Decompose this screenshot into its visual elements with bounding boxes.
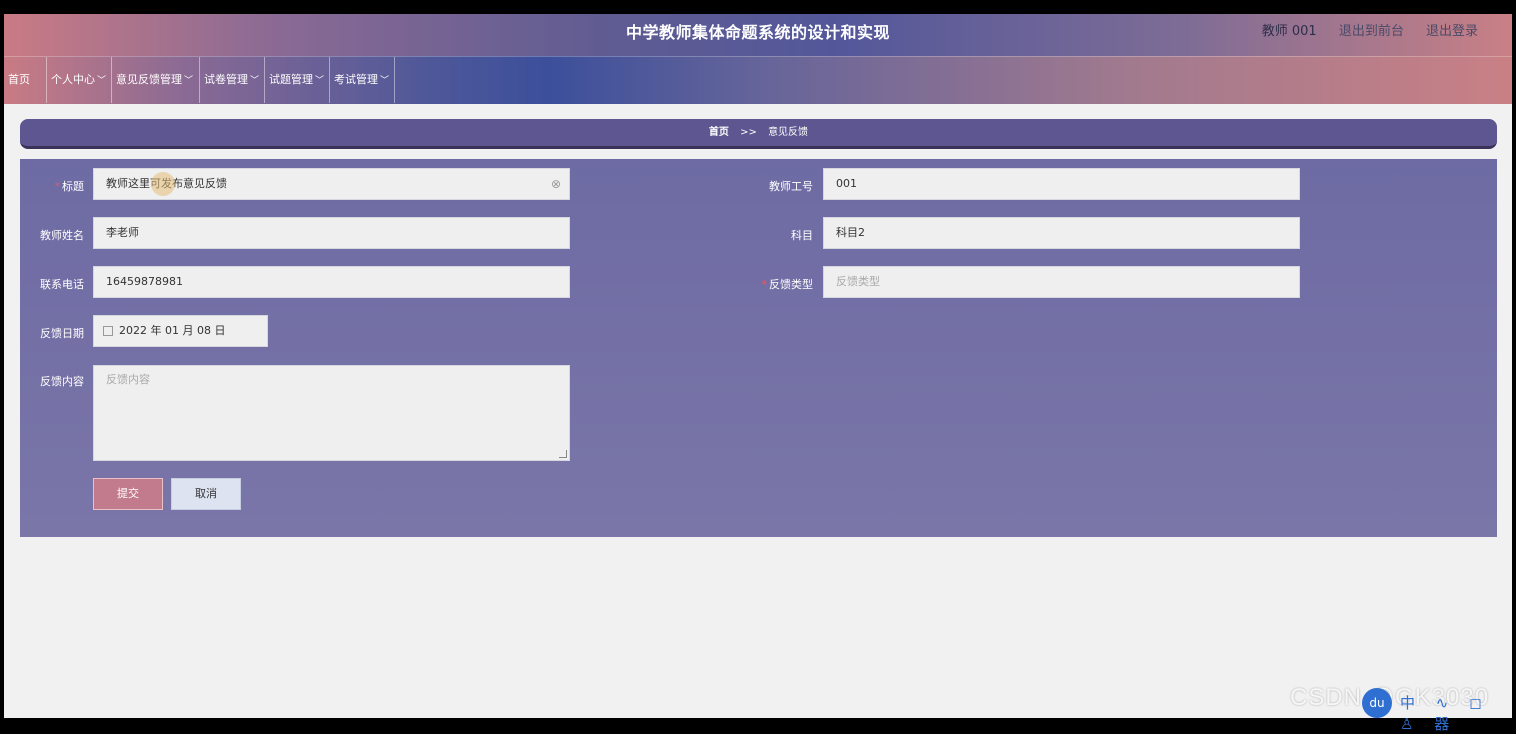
exit-to-front-link[interactable]: 退出到前台 (1339, 24, 1404, 39)
nav-item-label: 考试管理 (334, 73, 378, 86)
feedback-date-value: 2022 年 01 月 08 日 (119, 324, 226, 337)
nav-item-label: 试卷管理 (204, 73, 248, 86)
subject-input[interactable]: 科目2 (823, 217, 1300, 249)
breadcrumb: 首页 >> 意见反馈 (20, 119, 1497, 149)
nav-item-label: 意见反馈管理 (116, 73, 182, 86)
nav-item-home[interactable]: 首页 (4, 57, 47, 103)
teacher-no-label: 教师工号 (769, 180, 813, 193)
subject-value: 科目2 (836, 226, 865, 239)
phone-value: 16459878981 (106, 275, 183, 288)
feedback-date-picker[interactable]: 2022 年 01 月 08 日 (93, 315, 268, 347)
teacher-no-value: 001 (836, 177, 857, 190)
teacher-name-input[interactable]: 李老师 (93, 217, 570, 249)
subject-label: 科目 (791, 229, 813, 242)
cancel-button[interactable]: 取消 (171, 478, 241, 510)
chevron-down-icon: ﹀ (97, 76, 107, 86)
phone-label: 联系电话 (40, 278, 84, 291)
top-header: 中学教师集体命题系统的设计和实现 教师 001 退出到前台 退出登录 (4, 14, 1512, 56)
feedback-date-label: 反馈日期 (40, 327, 84, 340)
required-marker: * (54, 180, 61, 193)
feedback-form: *标题 教师这里可发布意见反馈 ⊗ 教师工号 001 教师姓名 李老师 科目 科… (20, 159, 1497, 537)
feedback-content-textarea[interactable]: 反馈内容 (93, 365, 570, 461)
floating-tool-badge[interactable]: du (1362, 688, 1392, 718)
required-marker: * (761, 278, 768, 291)
nav-item-personal-center[interactable]: 个人中心 ﹀ (47, 57, 112, 103)
calendar-icon (103, 326, 113, 336)
chevron-down-icon: ﹀ (250, 76, 260, 86)
main-nav: 首页 个人中心 ﹀ 意见反馈管理 ﹀ 试卷管理 ﹀ 试题管理 ﹀ 考试管理 ﹀ (4, 56, 1512, 104)
mouse-cursor-highlight (151, 172, 175, 196)
chevron-down-icon: ﹀ (315, 76, 325, 86)
floating-toolbar-icons[interactable]: 中 ∿ ◻ ♙ 器 (1400, 692, 1516, 734)
nav-item-feedback-management[interactable]: 意见反馈管理 ﹀ (112, 57, 200, 103)
chevron-down-icon: ﹀ (380, 76, 390, 86)
resize-handle-icon[interactable] (559, 450, 567, 458)
breadcrumb-separator: >> (740, 127, 757, 138)
teacher-name-label: 教师姓名 (40, 229, 84, 242)
breadcrumb-home[interactable]: 首页 (709, 127, 729, 138)
submit-button[interactable]: 提交 (93, 478, 163, 510)
nav-item-label: 试题管理 (269, 73, 313, 86)
title-label: * 标题 (54, 180, 85, 193)
feedback-type-placeholder: 反馈类型 (836, 275, 880, 288)
nav-item-question-management[interactable]: 试题管理 ﹀ (265, 57, 330, 103)
current-user: 教师 001 (1261, 24, 1317, 39)
app-screen: 中学教师集体命题系统的设计和实现 教师 001 退出到前台 退出登录 首页 个人… (4, 14, 1512, 718)
feedback-type-input[interactable]: 反馈类型 (823, 266, 1300, 298)
nav-item-paper-management[interactable]: 试卷管理 ﹀ (200, 57, 265, 103)
breadcrumb-current: 意见反馈 (768, 127, 809, 138)
feedback-content-label: 反馈内容 (40, 375, 84, 388)
chevron-down-icon: ﹀ (184, 76, 194, 86)
teacher-name-value: 李老师 (106, 226, 139, 239)
feedback-type-label: * 反馈类型 (761, 278, 814, 291)
feedback-content-placeholder: 反馈内容 (106, 373, 150, 386)
logout-link[interactable]: 退出登录 (1426, 24, 1478, 39)
clear-icon[interactable]: ⊗ (551, 169, 561, 199)
nav-item-exam-management[interactable]: 考试管理 ﹀ (330, 57, 395, 103)
teacher-no-input[interactable]: 001 (823, 168, 1300, 200)
phone-input[interactable]: 16459878981 (93, 266, 570, 298)
nav-item-label: 首页 (8, 73, 30, 86)
header-user-area: 教师 001 退出到前台 退出登录 (1244, 14, 1478, 50)
nav-item-label: 个人中心 (51, 73, 95, 86)
